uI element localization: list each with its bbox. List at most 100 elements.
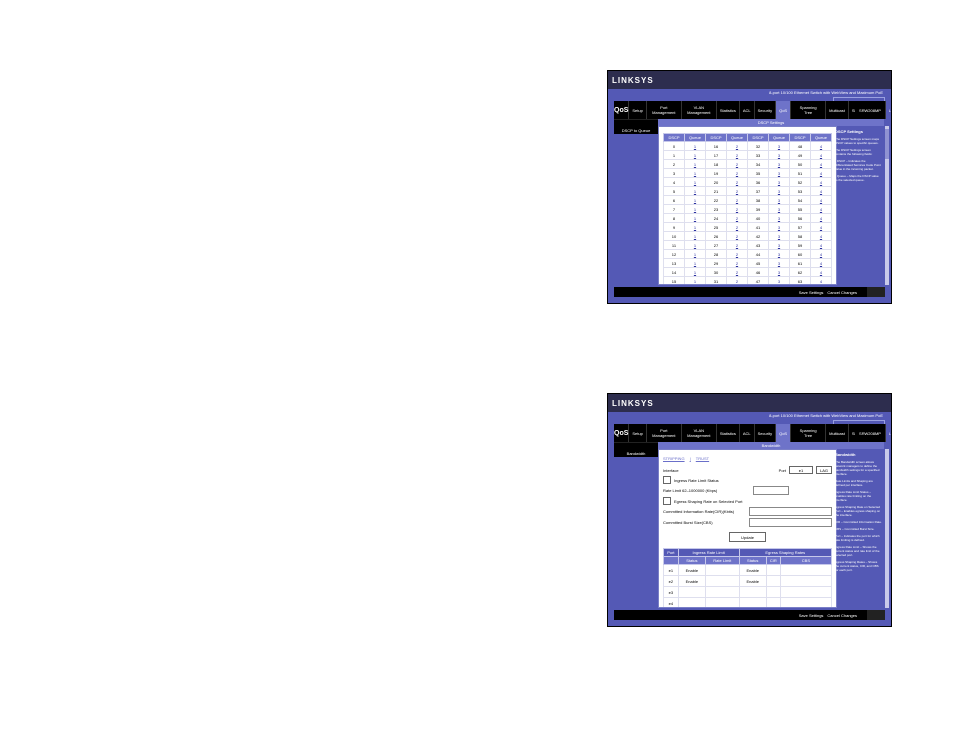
queue-select[interactable]: 3 [769, 232, 790, 241]
queue-select[interactable]: 3 [769, 160, 790, 169]
tab-vlan-management[interactable]: VLAN Management [682, 424, 717, 442]
link-trust[interactable]: TRUST [696, 456, 709, 461]
queue-select[interactable]: 2 [727, 142, 748, 151]
tab-spanning-tree[interactable]: Spanning Tree [791, 424, 826, 442]
tab-port-management[interactable]: Port Management [647, 101, 682, 119]
queue-select[interactable]: 4 [811, 187, 832, 196]
queue-select[interactable]: 3 [769, 223, 790, 232]
queue-select[interactable]: 2 [727, 169, 748, 178]
tab-statistics[interactable]: Statistics [717, 424, 740, 442]
queue-select[interactable]: 3 [769, 259, 790, 268]
queue-select[interactable]: 3 [769, 187, 790, 196]
queue-select[interactable]: 4 [811, 259, 832, 268]
queue-select[interactable]: 2 [727, 196, 748, 205]
queue-select[interactable]: 4 [811, 232, 832, 241]
queue-select[interactable]: 3 [769, 196, 790, 205]
tab-security[interactable]: Security [755, 101, 776, 119]
queue-select[interactable]: 3 [769, 241, 790, 250]
queue-select[interactable]: 4 [811, 268, 832, 277]
scrollbar-thumb[interactable] [885, 129, 889, 159]
queue-select[interactable]: 4 [811, 223, 832, 232]
tab-logout[interactable]: LogOut [886, 101, 892, 119]
queue-select[interactable]: 2 [727, 160, 748, 169]
subtab-dscp[interactable]: DSCP Settings [658, 119, 885, 126]
queue-select[interactable]: 2 [727, 259, 748, 268]
queue-select[interactable]: 1 [685, 178, 706, 187]
queue-select[interactable]: 4 [811, 151, 832, 160]
queue-select[interactable]: 2 [727, 205, 748, 214]
link-stripping[interactable]: STRIPPING [663, 456, 685, 461]
tab-multicast[interactable]: Multicast [826, 424, 849, 442]
tab-vlan-management[interactable]: VLAN Management [682, 101, 717, 119]
queue-select[interactable]: 1 [685, 160, 706, 169]
queue-select[interactable]: 4 [811, 241, 832, 250]
queue-select[interactable]: 4 [811, 142, 832, 151]
queue-select[interactable]: 3 [769, 250, 790, 259]
queue-select[interactable]: 1 [685, 205, 706, 214]
queue-select[interactable]: 1 [685, 169, 706, 178]
queue-select[interactable]: 1 [685, 196, 706, 205]
cancel-button[interactable]: Cancel Changes [827, 613, 857, 618]
update-button[interactable]: Update [729, 532, 766, 542]
queue-select[interactable]: 2 [727, 268, 748, 277]
queue-select[interactable]: 3 [769, 178, 790, 187]
save-button[interactable]: Save Settings [799, 290, 824, 295]
cbs-input[interactable] [749, 518, 832, 527]
queue-select[interactable]: 3 [769, 277, 790, 286]
cir-input[interactable] [749, 507, 832, 516]
scrollbar-track[interactable] [885, 449, 889, 608]
queue-select[interactable]: 2 [727, 250, 748, 259]
queue-select[interactable]: 4 [811, 214, 832, 223]
queue-select[interactable]: 3 [769, 142, 790, 151]
queue-select[interactable]: 4 [811, 205, 832, 214]
queue-select[interactable]: 1 [685, 259, 706, 268]
queue-select[interactable]: 1 [685, 241, 706, 250]
lag-button[interactable]: LAG [816, 466, 832, 474]
rate-limit-input[interactable] [753, 486, 789, 495]
queue-select[interactable]: 4 [811, 196, 832, 205]
tab-multicast[interactable]: Multicast [826, 101, 849, 119]
queue-select[interactable]: 1 [685, 142, 706, 151]
tab-security[interactable]: Security [755, 424, 776, 442]
tab-acl[interactable]: ACL [740, 101, 755, 119]
queue-select[interactable]: 2 [727, 214, 748, 223]
save-button[interactable]: Save Settings [799, 613, 824, 618]
tab-qos[interactable]: QoS [776, 101, 791, 119]
queue-select[interactable]: 1 [685, 268, 706, 277]
queue-select[interactable]: 4 [811, 250, 832, 259]
subtab-bandwidth[interactable]: Bandwidth [658, 442, 885, 449]
queue-select[interactable]: 2 [727, 187, 748, 196]
queue-select[interactable]: 4 [811, 277, 832, 286]
queue-select[interactable]: 1 [685, 223, 706, 232]
egress-checkbox[interactable] [663, 497, 671, 505]
queue-select[interactable]: 3 [769, 268, 790, 277]
tab-acl[interactable]: ACL [740, 424, 755, 442]
queue-select[interactable]: 1 [685, 232, 706, 241]
tab-statistics[interactable]: Statistics [717, 101, 740, 119]
queue-select[interactable]: 3 [769, 214, 790, 223]
queue-select[interactable]: 2 [727, 232, 748, 241]
queue-select[interactable]: 3 [769, 169, 790, 178]
queue-select[interactable]: 1 [685, 214, 706, 223]
queue-select[interactable]: 4 [811, 160, 832, 169]
tab-port-management[interactable]: Port Management [647, 424, 682, 442]
queue-select[interactable]: 2 [727, 223, 748, 232]
queue-select[interactable]: 1 [685, 277, 706, 286]
queue-select[interactable]: 3 [769, 205, 790, 214]
tab-logout[interactable]: LogOut [886, 424, 892, 442]
queue-select[interactable]: 3 [769, 151, 790, 160]
tab-qos[interactable]: QoS [776, 424, 791, 442]
queue-select[interactable]: 2 [727, 151, 748, 160]
queue-select[interactable]: 2 [727, 277, 748, 286]
port-select[interactable]: e1 [789, 466, 813, 474]
ingress-checkbox[interactable] [663, 476, 671, 484]
queue-select[interactable]: 2 [727, 178, 748, 187]
tab-spanning-tree[interactable]: Spanning Tree [791, 101, 826, 119]
queue-select[interactable]: 4 [811, 169, 832, 178]
queue-select[interactable]: 2 [727, 241, 748, 250]
tab-setup[interactable]: Setup [629, 101, 646, 119]
cancel-button[interactable]: Cancel Changes [827, 290, 857, 295]
tab-setup[interactable]: Setup [629, 424, 646, 442]
queue-select[interactable]: 4 [811, 178, 832, 187]
queue-select[interactable]: 1 [685, 250, 706, 259]
